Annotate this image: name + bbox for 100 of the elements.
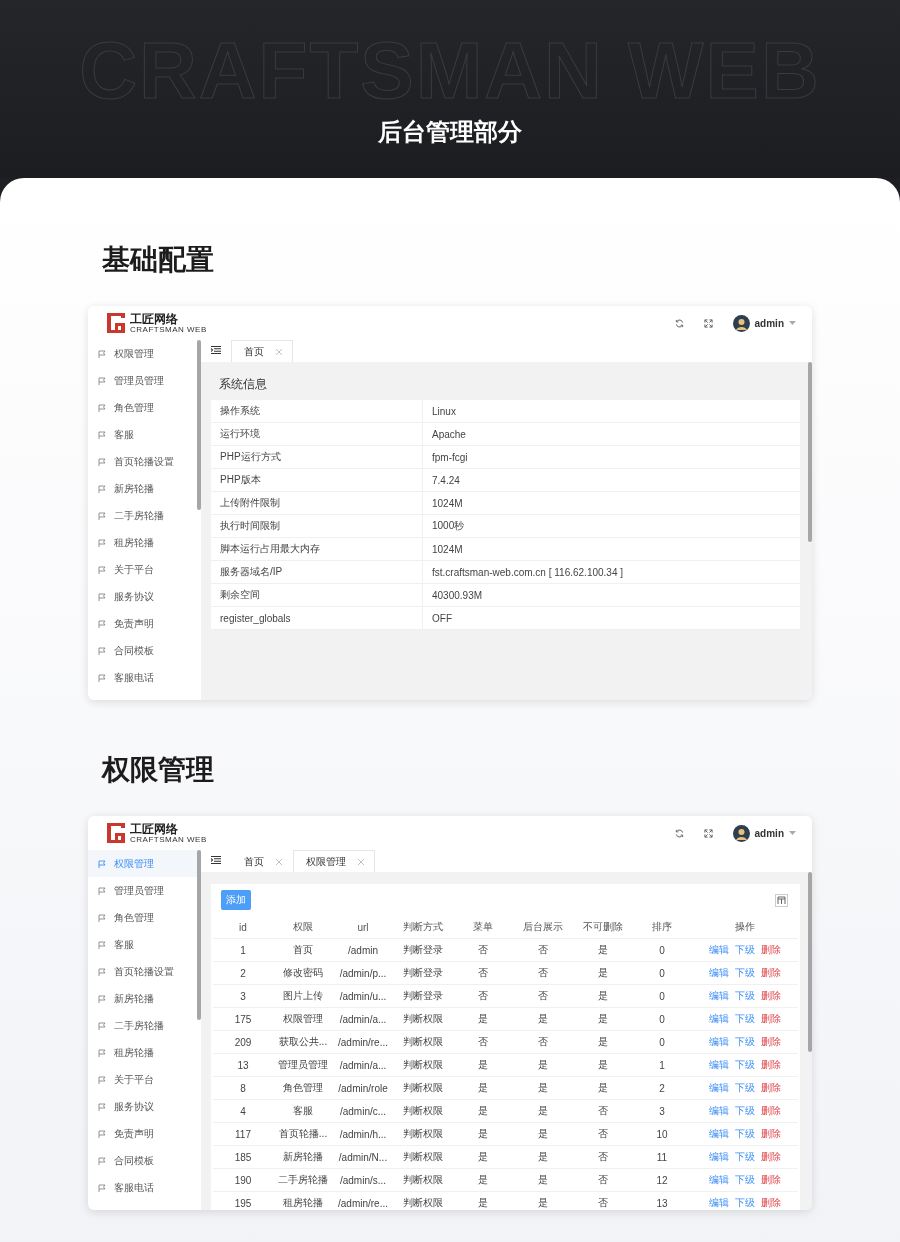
flag-icon [98, 484, 106, 493]
action-link[interactable]: 删除 [760, 1012, 781, 1026]
sidebar-item[interactable]: 免责声明 [88, 1120, 201, 1147]
scrollbar[interactable] [808, 362, 812, 542]
sidebar-item[interactable]: 服务协议 [88, 1093, 201, 1120]
scrollbar[interactable] [808, 872, 812, 1052]
table-cell-text: 判断权限 [402, 1104, 444, 1118]
action-link[interactable]: 删除 [760, 1035, 781, 1049]
sidebar-item[interactable]: 合同模板 [88, 1147, 201, 1174]
table-cell-text: 是 [537, 1173, 549, 1187]
table-cell-text: 4 [239, 1105, 247, 1117]
table-cell-text: 否 [597, 1104, 609, 1118]
user-menu[interactable]: admin [732, 824, 796, 842]
action-link[interactable]: 删除 [760, 1081, 781, 1095]
action-link[interactable]: 下级 [734, 1081, 755, 1095]
sidebar-item[interactable]: 客服电话 [88, 1174, 201, 1201]
columns-icon[interactable] [775, 893, 788, 907]
action-link[interactable]: 编辑 [708, 1196, 729, 1210]
table-cell-text: 是 [597, 1081, 609, 1095]
sidebar-item[interactable]: 首页轮播设置 [88, 958, 201, 985]
action-link[interactable]: 删除 [760, 1058, 781, 1072]
menu-icon[interactable] [211, 856, 221, 864]
table-cell-text: 是 [537, 1081, 549, 1095]
table-cell-text: 2 [239, 967, 247, 979]
action-link[interactable]: 删除 [760, 1104, 781, 1118]
sidebar-item[interactable]: 客服 [88, 931, 201, 958]
sidebar-item[interactable]: 二手房轮播 [88, 502, 201, 529]
sidebar-item[interactable]: 首页轮播设置 [88, 448, 201, 475]
action-link[interactable]: 下级 [734, 989, 755, 1003]
sidebar-item[interactable]: 角色管理 [88, 904, 201, 931]
sidebar-item[interactable]: 客服电话 [88, 664, 201, 691]
sidebar-item[interactable]: 服务协议 [88, 583, 201, 610]
action-link[interactable]: 下级 [734, 1035, 755, 1049]
user-menu[interactable]: admin [732, 314, 796, 332]
action-link[interactable]: 删除 [760, 1196, 781, 1210]
fullscreen-icon[interactable] [703, 828, 713, 838]
fullscreen-icon[interactable] [703, 318, 713, 328]
refresh-icon[interactable] [674, 828, 684, 838]
action-link[interactable]: 编辑 [708, 943, 729, 957]
table-cell-text: 是 [477, 1196, 489, 1210]
scrollbar[interactable] [197, 340, 201, 510]
action-link[interactable]: 删除 [760, 989, 781, 1003]
sidebar-item[interactable]: 合同模板 [88, 637, 201, 664]
column-header: 权限 [292, 920, 314, 934]
action-link[interactable]: 下级 [734, 1196, 755, 1210]
sidebar-item[interactable]: 新房轮播 [88, 985, 201, 1012]
sidebar-item[interactable]: 租房轮播 [88, 529, 201, 556]
tab[interactable]: 首页 [231, 340, 293, 362]
sidebar-item[interactable]: 二手房轮播 [88, 1012, 201, 1039]
action-link[interactable]: 下级 [734, 1150, 755, 1164]
action-link[interactable]: 下级 [734, 1058, 755, 1072]
sidebar-item[interactable]: 关于平台 [88, 556, 201, 583]
tab[interactable]: 首页 [231, 850, 293, 872]
scrollbar[interactable] [197, 850, 201, 1020]
action-link[interactable]: 编辑 [708, 1035, 729, 1049]
action-link[interactable]: 删除 [760, 943, 781, 957]
table-cell-text: 0 [658, 1036, 666, 1048]
action-link[interactable]: 编辑 [708, 1127, 729, 1141]
brand-name: 工匠网络 [130, 823, 179, 836]
sidebar-item[interactable]: 新房轮播 [88, 475, 201, 502]
table-cell-text: 是 [537, 1058, 549, 1072]
avatar-icon [732, 824, 750, 842]
action-link[interactable]: 下级 [734, 943, 755, 957]
sidebar-item[interactable]: 关于平台 [88, 1066, 201, 1093]
action-link[interactable]: 下级 [734, 966, 755, 980]
sidebar-item[interactable]: 管理员管理 [88, 367, 201, 394]
action-link[interactable]: 下级 [734, 1173, 755, 1187]
table-cell-text: 13 [655, 1197, 669, 1209]
table-cell-text: 是 [477, 1058, 489, 1072]
tab[interactable]: 权限管理 [293, 850, 375, 872]
action-link[interactable]: 编辑 [708, 1058, 729, 1072]
refresh-icon[interactable] [674, 318, 684, 328]
sidebar-item[interactable]: 免责声明 [88, 610, 201, 637]
table-cell-text: 图片上传 [282, 989, 324, 1003]
table-cell-text: 是 [477, 1012, 489, 1026]
sidebar-item[interactable]: 客服 [88, 421, 201, 448]
action-link[interactable]: 删除 [760, 1150, 781, 1164]
sidebar-item[interactable]: 租房轮播 [88, 1039, 201, 1066]
action-link[interactable]: 删除 [760, 966, 781, 980]
table-cell-text: 40300.93M [431, 589, 483, 601]
table-cell-text: 判断权限 [402, 1196, 444, 1210]
menu-icon[interactable] [211, 346, 221, 354]
sidebar-item[interactable]: 管理员管理 [88, 877, 201, 904]
table-cell-text: 否 [477, 966, 489, 980]
action-link[interactable]: 编辑 [708, 966, 729, 980]
action-link[interactable]: 编辑 [708, 989, 729, 1003]
action-link[interactable]: 编辑 [708, 1150, 729, 1164]
sidebar-item[interactable]: 权限管理 [88, 340, 201, 367]
action-link[interactable]: 下级 [734, 1012, 755, 1026]
action-link[interactable]: 删除 [760, 1127, 781, 1141]
action-link[interactable]: 编辑 [708, 1173, 729, 1187]
action-link[interactable]: 编辑 [708, 1012, 729, 1026]
action-link[interactable]: 下级 [734, 1104, 755, 1118]
action-link[interactable]: 删除 [760, 1173, 781, 1187]
action-link[interactable]: 编辑 [708, 1081, 729, 1095]
sidebar-item[interactable]: 角色管理 [88, 394, 201, 421]
action-link[interactable]: 编辑 [708, 1104, 729, 1118]
action-link[interactable]: 下级 [734, 1127, 755, 1141]
table-cell-text: 是 [537, 1127, 549, 1141]
add-button[interactable]: 添加 [221, 890, 251, 910]
